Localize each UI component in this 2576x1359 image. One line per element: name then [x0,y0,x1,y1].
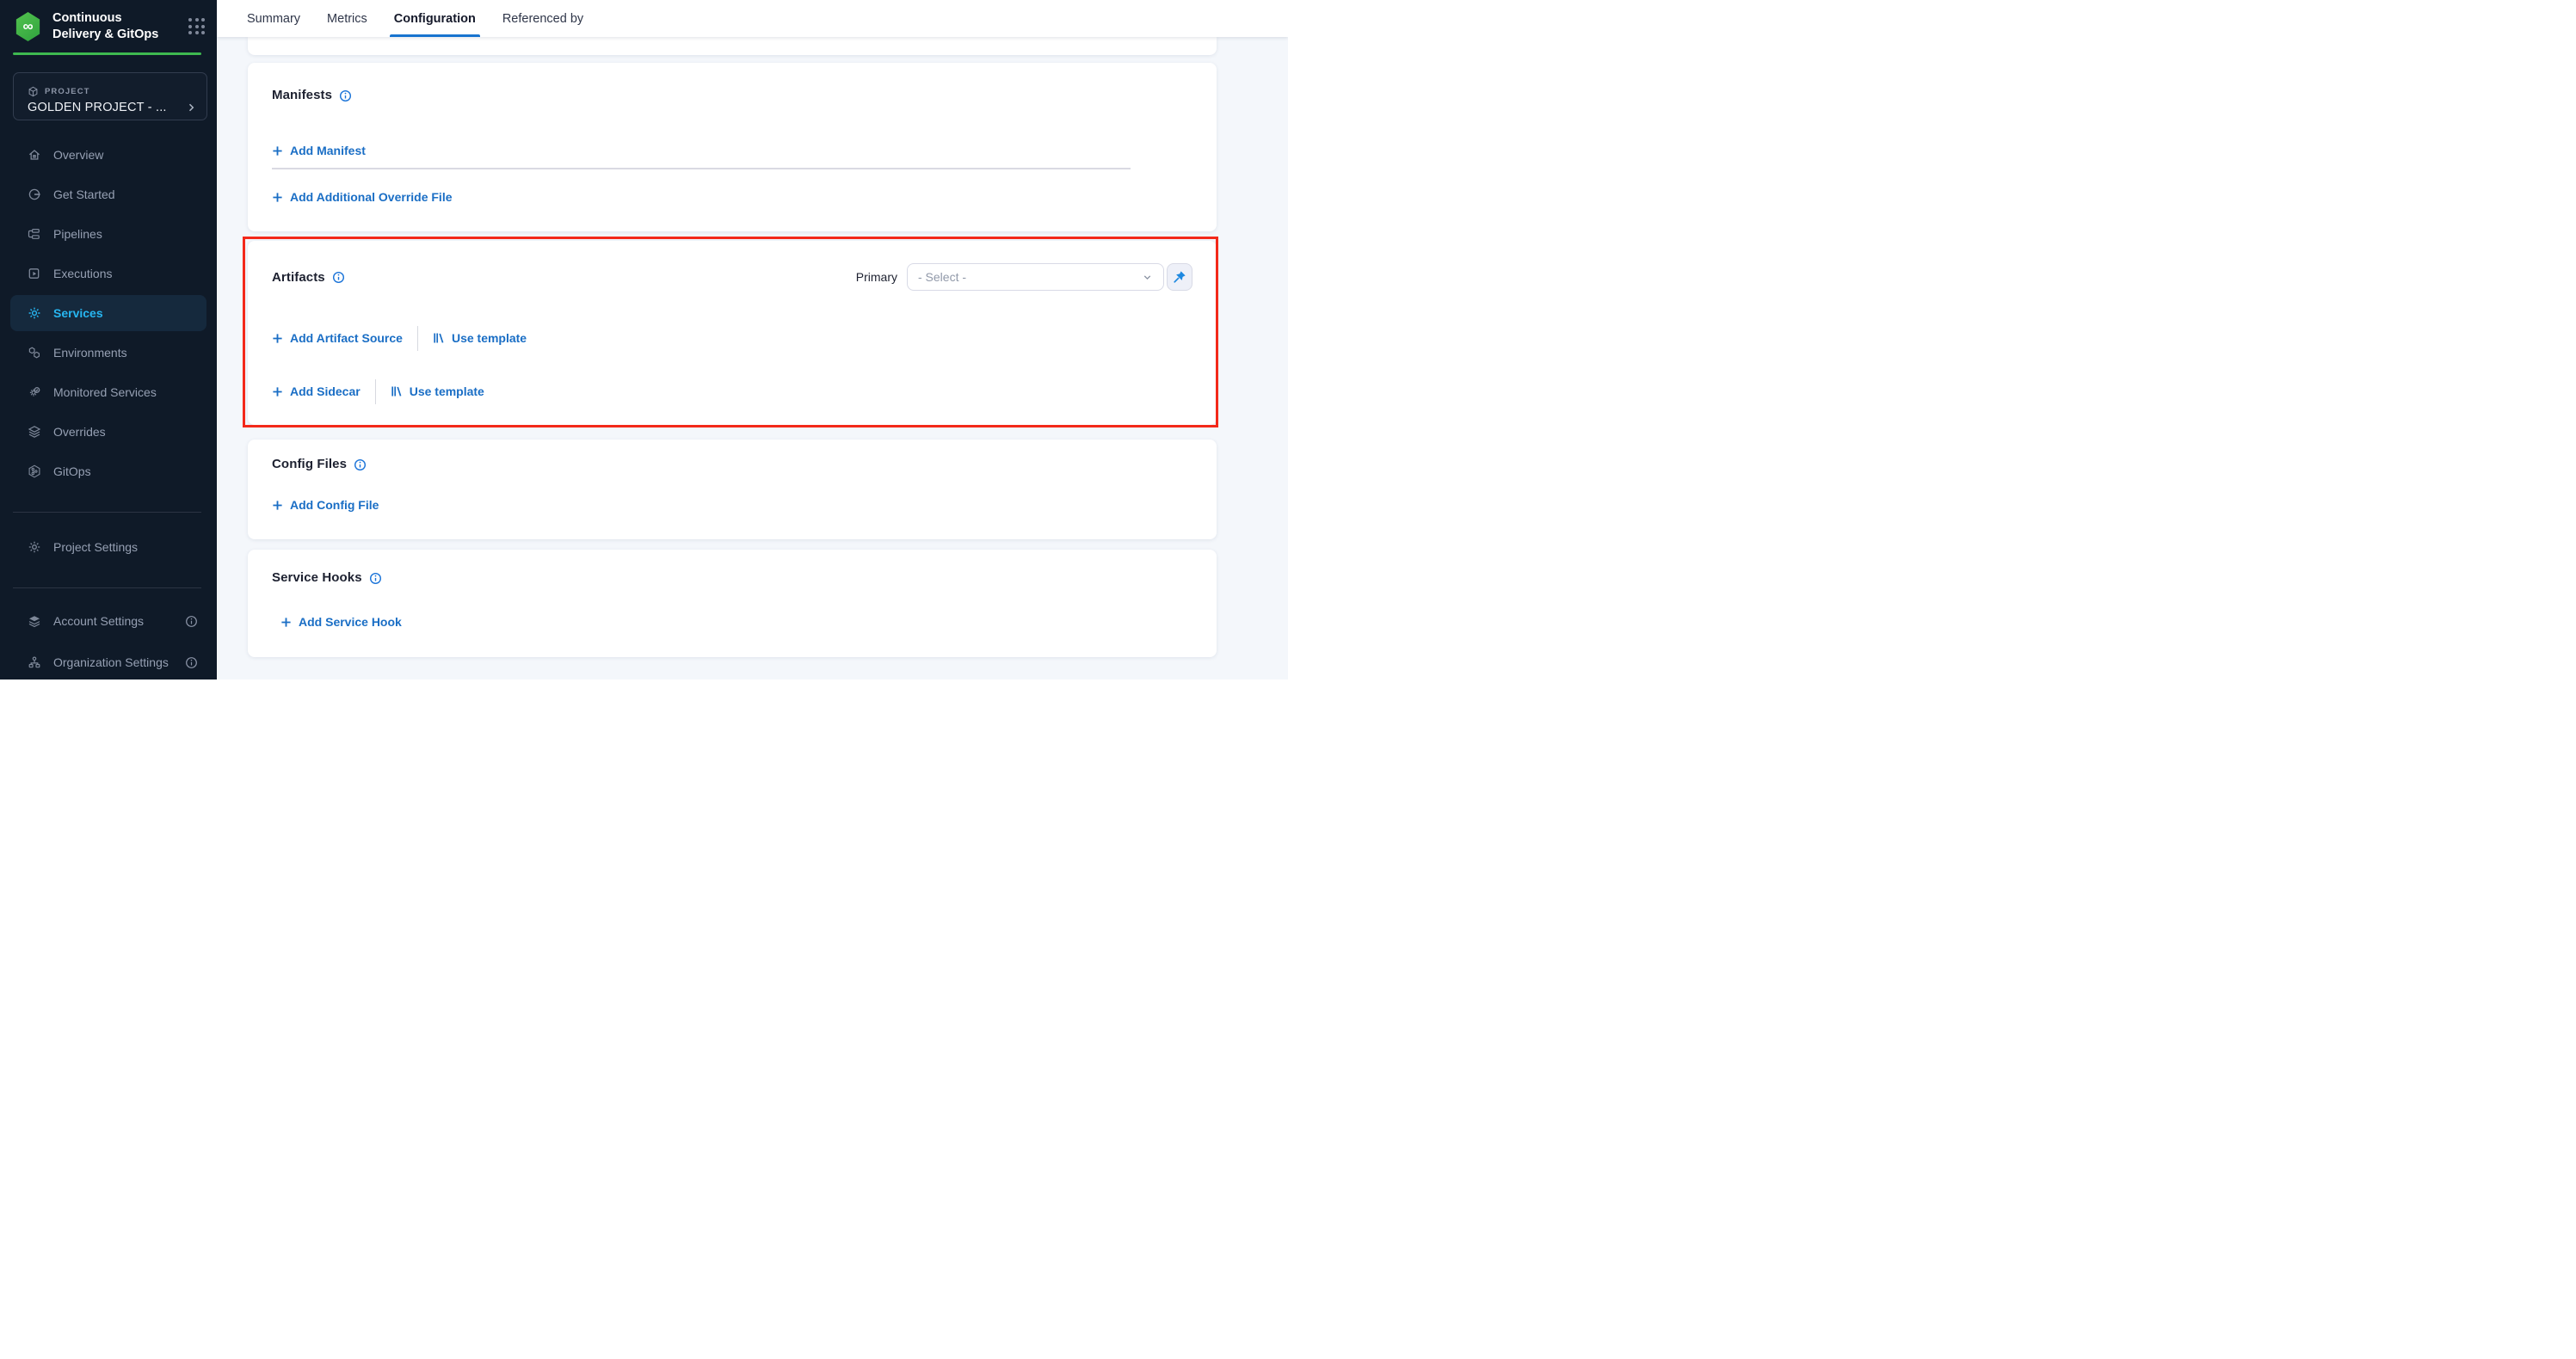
vertical-divider [375,379,376,404]
sidebar-nav: Overview Get Started Pip [10,137,206,493]
scrolled-card-bottom [248,37,1217,55]
sidebar-header: ∞ Continuous Delivery & GitOps [15,10,205,43]
service-hooks-title: Service Hooks [272,570,362,585]
sidebar-item-account-settings[interactable]: Account Settings [10,603,206,639]
plus-icon [272,333,283,344]
plus-icon [272,145,283,157]
service-hooks-card: Service Hooks Add Service Hook [248,550,1217,657]
primary-label: Primary [856,270,897,284]
info-icon[interactable] [185,615,198,628]
sidebar-item-organization-settings[interactable]: Organization Settings [10,644,206,680]
organization-settings-icon [27,655,41,670]
select-placeholder: - Select - [918,270,966,284]
sidebar-item-label: Overrides [53,425,106,439]
sidebar-item-label: Executions [53,267,112,280]
get-started-icon [27,188,41,202]
plus-icon [280,617,292,628]
use-template-artifact-button[interactable]: Use template [433,331,527,345]
info-icon[interactable] [185,656,198,669]
add-manifest-button[interactable]: Add Manifest [272,144,366,157]
tab-configuration[interactable]: Configuration [394,0,476,37]
sidebar-item-project-settings[interactable]: Project Settings [10,529,206,565]
artifacts-card: Artifacts Primary - Select - [248,241,1217,425]
sidebar-item-overrides[interactable]: Overrides [10,414,206,450]
tab-metrics[interactable]: Metrics [327,0,367,37]
sidebar-item-executions[interactable]: Executions [10,255,206,292]
sidebar-divider [13,512,201,513]
info-icon[interactable] [339,89,352,102]
manifests-card: Manifests Add Manifest [248,63,1217,231]
sidebar-item-monitored-services[interactable]: Monitored Services [10,374,206,410]
info-icon[interactable] [354,458,367,471]
services-gear-icon [27,306,41,321]
sidebar-item-label: Services [53,306,103,320]
sidebar-item-label: Overview [53,148,103,162]
template-library-icon [433,332,445,344]
chevron-down-icon [1142,272,1153,283]
harness-cd-logo-icon: ∞ [15,12,41,41]
module-switcher-icon[interactable] [188,18,205,34]
sidebar-item-label: Environments [53,346,127,360]
sidebar-item-get-started[interactable]: Get Started [10,176,206,212]
add-artifact-source-button[interactable]: Add Artifact Source [272,331,403,345]
gitops-icon [27,464,41,479]
config-files-title: Config Files [272,457,347,471]
chevron-right-icon [186,102,196,113]
pipelines-icon [27,227,41,242]
sidebar-item-label: Account Settings [53,614,144,628]
cube-icon [28,86,39,97]
primary-artifact-select[interactable]: - Select - [907,263,1164,291]
info-icon[interactable] [332,271,345,284]
add-sidecar-button[interactable]: Add Sidecar [272,384,361,398]
project-settings-gear-icon [27,540,41,555]
add-service-hook-button[interactable]: Add Service Hook [280,615,402,629]
sidebar-item-label: Get Started [53,188,115,201]
brand-green-rule [13,52,201,55]
configuration-content: Manifests Add Manifest [217,37,1288,680]
use-template-sidecar-button[interactable]: Use template [391,384,484,398]
sidebar-item-overview[interactable]: Overview [10,137,206,173]
config-files-card: Config Files Add Config File [248,440,1217,539]
project-name: GOLDEN PROJECT - ... [28,101,167,114]
sidebar-item-label: Monitored Services [53,385,157,399]
manifests-divider [272,168,1131,169]
pin-icon [1173,270,1186,284]
tab-referenced-by[interactable]: Referenced by [502,0,583,37]
sidebar-item-label: Project Settings [53,540,138,554]
sidebar-item-label: GitOps [53,464,91,478]
main-area: Summary Metrics Configuration Referenced… [217,0,1288,680]
sidebar-item-services[interactable]: Services [10,295,206,331]
overrides-layers-icon [27,425,41,440]
add-config-file-button[interactable]: Add Config File [272,498,379,512]
monitored-services-icon [27,385,41,400]
environments-icon [27,346,41,360]
info-icon[interactable] [369,572,382,585]
tab-bar: Summary Metrics Configuration Referenced… [217,0,1288,37]
project-selector[interactable]: PROJECT GOLDEN PROJECT - ... [13,72,207,120]
app-window: ∞ Continuous Delivery & GitOps PROJECT G… [0,0,1288,680]
executions-icon [27,267,41,281]
vertical-divider [417,326,418,351]
sidebar-item-environments[interactable]: Environments [10,335,206,371]
sidebar: ∞ Continuous Delivery & GitOps PROJECT G… [0,0,217,680]
sidebar-divider [13,587,201,588]
plus-icon [272,500,283,511]
home-icon [27,148,41,163]
plus-icon [272,386,283,397]
sidebar-item-gitops[interactable]: GitOps [10,453,206,489]
add-additional-override-file-button[interactable]: Add Additional Override File [272,190,453,204]
template-library-icon [391,385,403,397]
plus-icon [272,192,283,203]
project-label: PROJECT [45,87,90,96]
pin-button[interactable] [1167,263,1192,291]
tab-summary[interactable]: Summary [247,0,300,37]
manifests-title: Manifests [272,88,332,102]
artifacts-title: Artifacts [272,270,325,285]
sidebar-item-label: Pipelines [53,227,102,241]
account-settings-icon [27,614,41,629]
sidebar-item-label: Organization Settings [53,655,169,669]
module-title: Continuous Delivery & GitOps [52,10,163,43]
sidebar-item-pipelines[interactable]: Pipelines [10,216,206,252]
